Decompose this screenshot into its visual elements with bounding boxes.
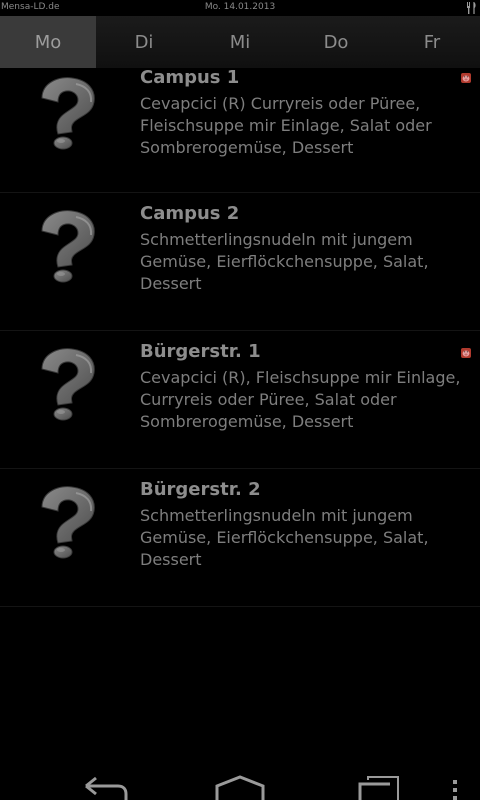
menu-item-buergerstr-2[interactable]: Bürgerstr. 2 Schmetterlingsnudeln mit ju… — [0, 469, 480, 607]
menu-title: Bürgerstr. 1 — [140, 341, 261, 362]
question-mark-icon — [30, 209, 104, 283]
tab-wednesday[interactable]: Mi — [192, 16, 288, 68]
menu-text: Campus 1 Cevapcici (R) Curryreis oder Pü… — [140, 67, 475, 159]
tab-label: Do — [323, 31, 349, 53]
tab-label: Fr — [423, 31, 441, 53]
menu-item-buergerstr-1[interactable]: Bürgerstr. 1 Cevapcici (R), Fleischsuppe… — [0, 331, 480, 469]
tab-friday[interactable]: Fr — [384, 16, 480, 68]
question-mark-icon — [30, 76, 104, 150]
overflow-menu-icon[interactable] — [450, 774, 460, 800]
tab-label: Mi — [229, 31, 251, 53]
menu-text: Bürgerstr. 1 Cevapcici (R), Fleischsuppe… — [140, 341, 475, 433]
menu-item-campus-1[interactable]: Campus 1 Cevapcici (R) Curryreis oder Pü… — [0, 67, 480, 193]
status-date: Mo. 14.01.2013 — [204, 2, 276, 12]
menu-title: Bürgerstr. 2 — [140, 479, 261, 500]
tab-label: Di — [134, 31, 154, 53]
screen: Mensa-LD.de Mo. 14.01.2013 Mo Di Mi Do F… — [0, 0, 480, 800]
navigation-bar — [0, 760, 480, 800]
day-tab-bar: Mo Di Mi Do Fr — [0, 16, 480, 68]
menu-text: Bürgerstr. 2 Schmetterlingsnudeln mit ju… — [140, 479, 475, 571]
pig-icon — [460, 347, 472, 359]
menu-list: Campus 1 Cevapcici (R) Curryreis oder Pü… — [0, 67, 480, 607]
back-icon[interactable] — [82, 774, 130, 800]
tab-monday[interactable]: Mo — [0, 16, 96, 68]
cutlery-icon — [467, 2, 476, 14]
menu-description: Cevapcici (R), Fleischsuppe mir Einlage,… — [140, 368, 461, 431]
menu-item-campus-2[interactable]: Campus 2 Schmetterlingsnudeln mit jungem… — [0, 193, 480, 331]
menu-title: Campus 1 — [140, 67, 240, 88]
menu-description: Schmetterlingsnudeln mit jungem Gemüse, … — [140, 506, 429, 569]
menu-description: Cevapcici (R) Curryreis oder Püree, Flei… — [140, 94, 432, 157]
menu-title: Campus 2 — [140, 203, 240, 224]
tab-thursday[interactable]: Do — [288, 16, 384, 68]
menu-text: Campus 2 Schmetterlingsnudeln mit jungem… — [140, 203, 475, 295]
question-mark-icon — [30, 347, 104, 421]
recent-apps-icon[interactable] — [350, 774, 400, 800]
status-bar: Mensa-LD.de Mo. 14.01.2013 — [0, 0, 480, 16]
menu-description: Schmetterlingsnudeln mit jungem Gemüse, … — [140, 230, 429, 293]
question-mark-icon — [30, 485, 104, 559]
tab-tuesday[interactable]: Di — [96, 16, 192, 68]
pig-icon — [460, 72, 472, 84]
tab-label: Mo — [34, 31, 62, 53]
home-icon[interactable] — [214, 774, 266, 800]
